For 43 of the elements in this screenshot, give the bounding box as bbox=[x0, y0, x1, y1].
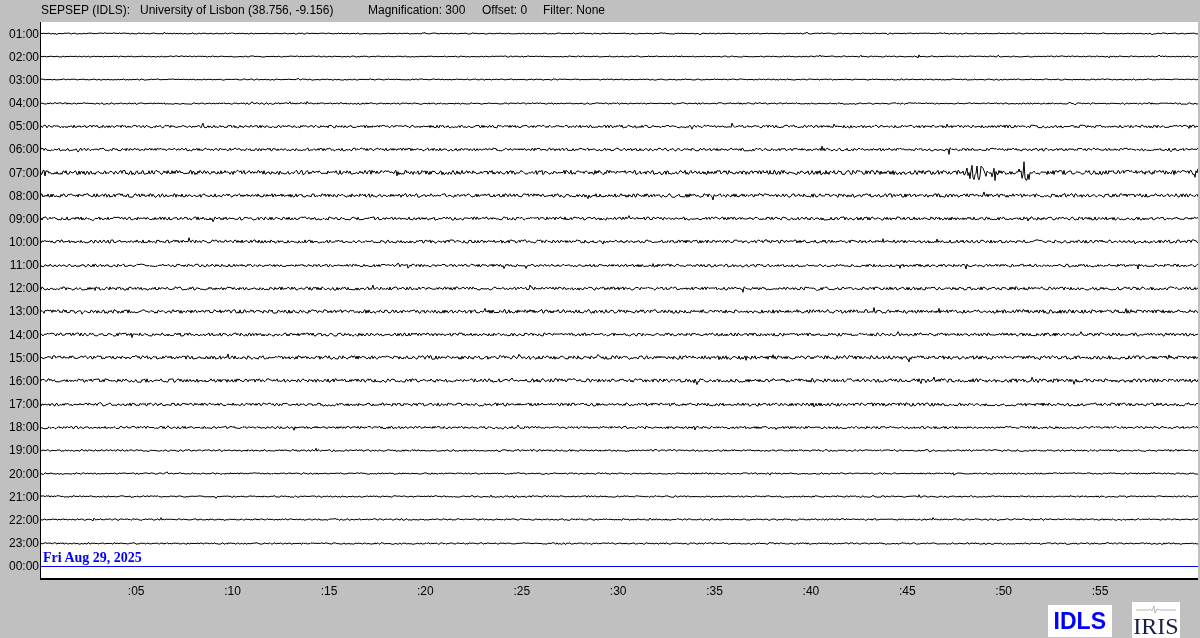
hour-label: 07:00 bbox=[8, 165, 40, 180]
hour-label: 18:00 bbox=[8, 420, 40, 435]
minute-tick-label: :55 bbox=[1091, 583, 1109, 598]
hour-label: 15:00 bbox=[8, 350, 40, 365]
filter-label: Filter: None bbox=[543, 2, 606, 17]
magnification-label: Magnification: 300 bbox=[368, 2, 467, 17]
hour-label: 00:00 bbox=[8, 559, 40, 574]
minute-tick-label: :35 bbox=[706, 583, 723, 598]
hour-label: 17:00 bbox=[8, 397, 40, 412]
hour-label: 16:00 bbox=[8, 373, 40, 388]
minute-tick-label: :10 bbox=[224, 583, 241, 598]
minute-tick-label: :40 bbox=[802, 583, 820, 598]
minute-tick-label: :05 bbox=[127, 583, 145, 598]
date-label: Fri Aug 29, 2025 bbox=[43, 549, 142, 565]
hour-label: 11:00 bbox=[9, 258, 40, 273]
hour-label: 12:00 bbox=[8, 281, 40, 296]
minute-tick-label: :15 bbox=[320, 583, 338, 598]
minute-tick-label: :25 bbox=[513, 583, 531, 598]
hour-label: 14:00 bbox=[8, 327, 40, 342]
minute-tick-label: :30 bbox=[609, 583, 627, 598]
station-location: University of Lisbon (38.756, -9.156) bbox=[140, 2, 335, 17]
hour-label: 09:00 bbox=[8, 211, 40, 226]
offset-label: Offset: 0 bbox=[482, 2, 529, 17]
network-logo: IRIS bbox=[1132, 601, 1180, 638]
hour-label: 03:00 bbox=[8, 72, 40, 87]
hour-label: 20:00 bbox=[8, 466, 40, 481]
hour-label: 19:00 bbox=[8, 443, 40, 458]
hour-label: 06:00 bbox=[8, 142, 40, 157]
hour-label: 02:00 bbox=[8, 49, 40, 64]
minute-tick-label: :50 bbox=[995, 583, 1013, 598]
station-logo: IDLS bbox=[1047, 604, 1112, 637]
hour-label: 08:00 bbox=[8, 188, 40, 203]
hour-label: 21:00 bbox=[8, 489, 40, 504]
hour-label: 04:00 bbox=[8, 96, 40, 111]
minute-tick-label: :45 bbox=[898, 583, 916, 598]
hour-label: 23:00 bbox=[8, 536, 40, 550]
station-name: SEPSEP (IDLS): bbox=[41, 2, 132, 17]
hour-label: 13:00 bbox=[8, 304, 40, 319]
hour-label: 05:00 bbox=[8, 119, 40, 134]
hour-label: 01:00 bbox=[8, 26, 40, 41]
hour-label: 22:00 bbox=[8, 512, 40, 527]
minute-tick-label: :20 bbox=[417, 583, 434, 598]
hour-label: 10:00 bbox=[8, 235, 40, 249]
